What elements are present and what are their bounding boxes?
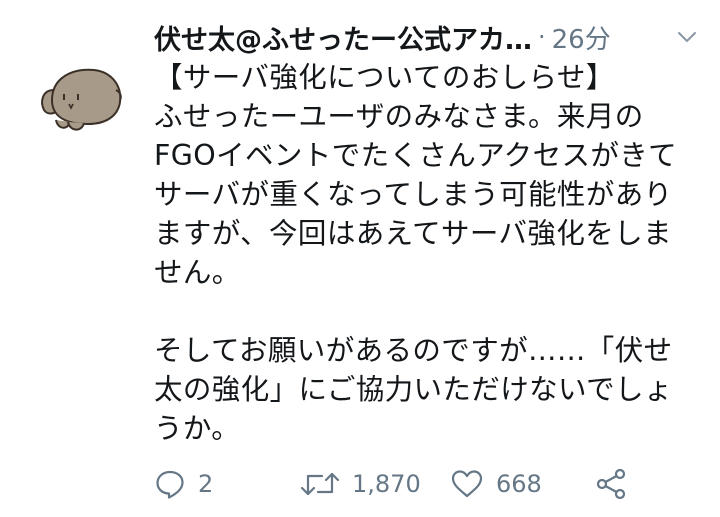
reply-bubble-icon (156, 470, 184, 499)
like-button[interactable]: 668 (450, 462, 542, 506)
author-avatar[interactable] (38, 60, 124, 136)
tweet-text-line: ますが、今回はあえてサーバ強化をしま (154, 217, 672, 250)
tweet-card[interactable]: 伏せ太@ふせったー公式アカ… · 26分 【サーバ強化についてのおしらせ】 ふせ… (0, 0, 720, 517)
tweet-text-line: ふせったーユーザのみなさま。来月の (154, 100, 644, 133)
chevron-down-icon (678, 32, 696, 42)
tweet-text-line: そしてお願いがあるのですが……「伏せ (154, 334, 673, 367)
like-count: 668 (496, 470, 542, 498)
tweet-text-line: 太の強化」にご協力いただけないでしょ (154, 373, 673, 406)
share-button[interactable] (594, 462, 628, 506)
tweet-actions: 2 1,870 668 (154, 462, 634, 506)
author-display-name[interactable]: 伏せ太@ふせったー公式アカ… (154, 18, 532, 57)
reply-count: 2 (198, 470, 214, 498)
tweet-text-line: サーバが重くなってしまう可能性があり (154, 178, 673, 211)
tweet-timestamp[interactable]: 26分 (552, 19, 611, 56)
retweet-icon (300, 472, 340, 496)
tweet-text-line: うか。 (154, 412, 241, 445)
tweet-text-line: FGOイベントでたくさんアクセスがきて (154, 139, 678, 172)
reply-button[interactable]: 2 (154, 462, 213, 506)
paragraph-break (154, 292, 702, 331)
tweet-header: 伏せ太@ふせったー公式アカ… · 26分 (154, 14, 706, 60)
share-icon (596, 468, 626, 500)
retweet-button[interactable]: 1,870 (300, 462, 421, 506)
tweet-text-line: 【サーバ強化についてのおしらせ】 (154, 61, 615, 94)
tweet-text-line: せん。 (154, 256, 241, 289)
heart-icon (451, 470, 483, 498)
retweet-count: 1,870 (352, 470, 421, 498)
header-separator: · (538, 23, 546, 51)
tweet-menu-button[interactable] (676, 26, 698, 48)
tweet-text: 【サーバ強化についてのおしらせ】 ふせったーユーザのみなさま。来月の FGOイベ… (154, 58, 702, 448)
bunny-avatar-icon (41, 68, 122, 131)
